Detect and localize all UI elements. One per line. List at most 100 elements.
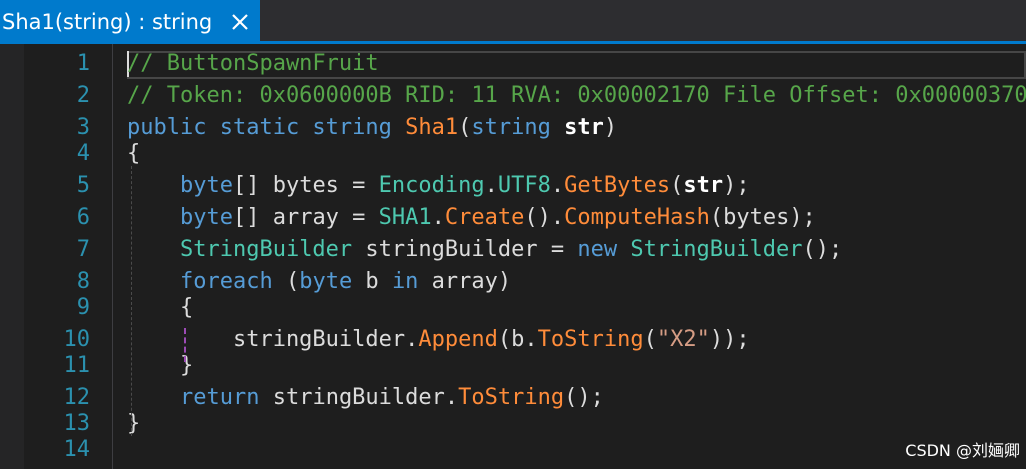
code-line[interactable]: 12 return stringBuilder.ToString(); [0,385,1026,411]
line-number: 12 [63,385,91,410]
code-token: . [550,173,565,198]
line-number: 3 [76,115,90,140]
code-token: ComputeHash [564,205,710,230]
code-token: { [127,295,194,320]
code-token: StringBuilder [179,237,353,262]
code-token: Create [444,205,525,230]
code-line[interactable]: 14 [0,437,1026,463]
close-icon[interactable] [228,10,252,34]
code-line[interactable]: 11 } [0,353,1026,379]
line-number: 11 [63,353,91,378]
line-number: 10 [63,327,91,352]
code-token: return [179,385,260,410]
code-token: str [564,115,604,140]
code-text[interactable]: } [127,411,140,437]
code-line[interactable]: 1 // ButtonSpawnFruit [0,51,1026,77]
code-text[interactable]: { [127,141,140,167]
code-text[interactable]: foreach (byte b in array) [127,269,511,295]
code-text[interactable]: { [127,295,193,321]
code-token: ( [670,173,684,198]
code-line[interactable]: 7 StringBuilder stringBuilder = new Stri… [0,237,1026,263]
line-number: 4 [76,141,90,166]
code-line[interactable]: 10 stringBuilder.Append(b.ToString("X2")… [0,327,1026,353]
code-token: . [431,205,445,230]
code-token: array) [418,269,512,294]
code-editor[interactable]: 1 // ButtonSpawnFruit 2 // Token: 0x0600000… [0,44,1026,469]
code-line[interactable]: 4{ [0,141,1026,167]
code-token: public static string [127,115,406,140]
code-token: (). [524,205,565,230]
code-token: new [577,237,631,262]
code-token: Encoding [378,173,485,198]
code-token: (b. [497,327,538,352]
code-text[interactable]: // Token: 0x0600000B RID: 11 RVA: 0x0000… [127,83,1026,109]
code-token: . [484,173,498,198]
line-number: 13 [63,411,91,436]
code-token: } [127,411,141,436]
tab-bar: Sha1(string) : string [0,0,1026,44]
code-token: (bytes); [709,205,816,230]
code-token: "X2" [656,327,710,352]
code-text[interactable]: stringBuilder.Append(b.ToString("X2")); [127,327,750,353]
code-token: ( [643,327,657,352]
tab-title: Sha1(string) : string [2,10,213,34]
code-line[interactable]: 13} [0,411,1026,437]
code-token: Sha1 [405,115,459,140]
code-token: ( [272,269,300,294]
code-line[interactable]: 9 { [0,295,1026,321]
line-number: 6 [76,205,90,230]
code-token: ); [723,173,750,198]
code-text[interactable]: StringBuilder stringBuilder = new String… [127,237,842,263]
code-line[interactable]: 6 byte[] array = SHA1.Create().ComputeHa… [0,205,1026,231]
code-text[interactable]: // ButtonSpawnFruit [127,51,379,77]
line-number: 2 [76,83,90,108]
code-token: Append [418,327,498,352]
line-number: 14 [63,437,91,462]
line-number: 1 [76,51,90,76]
code-text[interactable]: byte[] bytes = Encoding.UTF8.GetBytes(st… [127,173,750,199]
code-token: stringBuilder. [127,327,419,352]
code-token: [] bytes = [232,173,379,198]
code-token: ToString [537,327,644,352]
code-line[interactable]: 2 // Token: 0x0600000B RID: 11 RVA: 0x000… [0,83,1026,109]
line-number: 5 [76,173,90,198]
code-token: byte [179,205,233,230]
code-token: ( [458,115,472,140]
code-token: string [471,115,565,140]
line-number: 9 [76,295,90,320]
code-token: StringBuilder [630,237,803,262]
code-token: (); [564,385,604,410]
code-token: { [127,141,141,166]
code-token: b [352,269,392,294]
indent-guide [131,166,132,436]
code-line[interactable]: 8 foreach (byte b in array) [0,269,1026,295]
code-text[interactable]: byte[] array = SHA1.Create().ComputeHash… [127,205,816,231]
code-token: ToString [458,385,565,410]
code-token: stringBuilder. [259,385,459,410]
code-token: in [391,269,419,294]
code-token: foreach [179,269,273,294]
code-token: byte [299,269,353,294]
code-token: // Token: 0x0600000B RID: 11 RVA: 0x0000… [127,83,1026,108]
code-token: ) [603,115,618,140]
code-token: SHA1 [378,205,432,230]
code-token: // ButtonSpawnFruit [127,51,379,76]
watermark-text: CSDN @刘婳卿 [905,441,1020,460]
code-token: (); [802,237,843,262]
code-line[interactable]: 3 public static string Sha1(string str) [0,115,1026,141]
code-token: UTF8 [497,173,551,198]
code-text[interactable]: public static string Sha1(string str) [127,115,617,141]
code-text[interactable]: return stringBuilder.ToString(); [127,385,604,411]
code-token: byte [179,173,233,198]
tab-sha1[interactable]: Sha1(string) : string [0,0,261,44]
code-token: stringBuilder = [352,237,578,262]
code-token: [] array = [232,205,379,230]
line-number: 7 [76,237,90,262]
code-line[interactable]: 5 byte[] bytes = Encoding.UTF8.GetBytes(… [0,173,1026,199]
code-token: GetBytes [564,173,671,198]
